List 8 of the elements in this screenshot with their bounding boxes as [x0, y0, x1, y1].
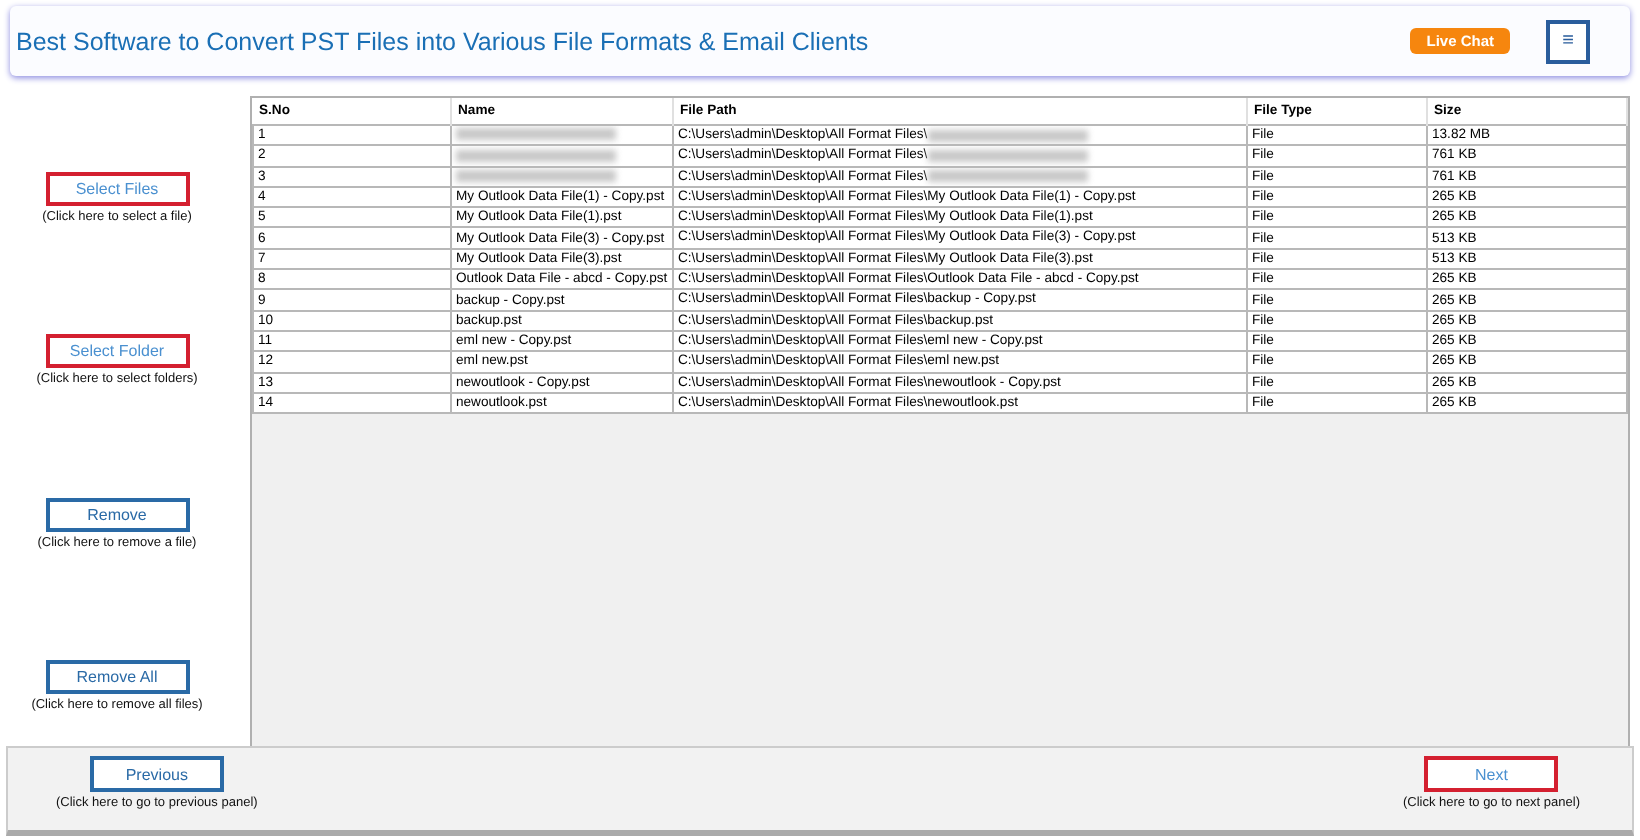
menu-button[interactable]: ≡: [1546, 19, 1590, 63]
nav-button[interactable]: Next: [1424, 756, 1559, 792]
action-button[interactable]: Select Folder: [45, 334, 189, 369]
nav-button[interactable]: Previous: [89, 756, 224, 792]
action-button[interactable]: Remove All: [45, 659, 189, 694]
action-button[interactable]: Remove: [45, 497, 189, 532]
app-title: Best Software to Convert PST Files into Various File Formats & Email Clients: [16, 27, 871, 55]
action-button[interactable]: Select Files: [45, 172, 189, 206]
